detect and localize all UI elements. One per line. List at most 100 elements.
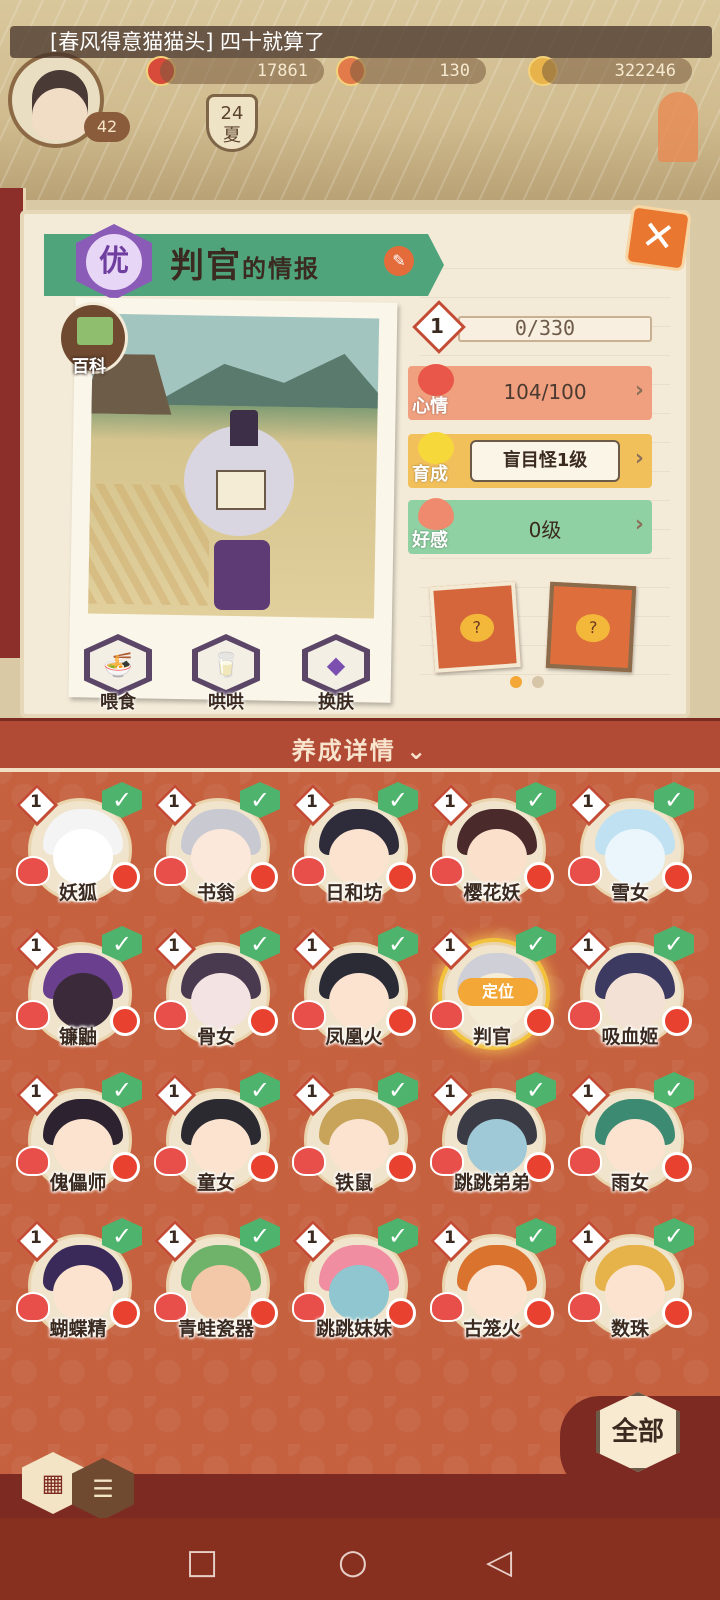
level-value: 1	[430, 314, 444, 338]
mood-value: 104/100	[503, 380, 587, 404]
favor-row[interactable]: 0级 › 好感	[408, 498, 652, 554]
character-name: 跳跳妹妹	[315, 1318, 392, 1340]
page-dot-active[interactable]	[510, 676, 522, 688]
character-card[interactable]: 1 ✓ 雪女	[566, 782, 694, 914]
mood-row[interactable]: 104/100 › 心情	[408, 364, 652, 420]
chevron-down-icon: ⌄	[406, 737, 429, 765]
fish-banner-icon	[658, 92, 698, 162]
edit-name-icon[interactable]: ✎	[384, 246, 414, 276]
character-card[interactable]: 1 ✓ 镰鼬	[14, 926, 142, 1058]
character-level: 1	[444, 792, 456, 812]
character-name: 判官	[472, 1026, 511, 1048]
character-level: 1	[444, 1082, 456, 1102]
character-card[interactable]: 1 ✓ 跳跳弟弟	[428, 1072, 556, 1204]
character-card[interactable]: 1 ✓ 妖狐	[14, 782, 142, 914]
level-row: 1 0/330 等级	[408, 300, 652, 386]
resource-coin: 322246	[542, 58, 692, 84]
character-level: 1	[582, 936, 594, 956]
portrait-face	[467, 1119, 527, 1175]
character-card[interactable]: 1 ✓ 跳跳妹妹	[290, 1218, 418, 1350]
growth-row[interactable]: 盲目怪1级 › 育成	[408, 432, 652, 488]
detail-toggle[interactable]: 养成详情 ⌄	[0, 718, 720, 768]
character-name: 书翁	[196, 882, 235, 904]
character-card[interactable]: 1 ✓ 书翁	[152, 782, 280, 914]
resource-fish: 130	[350, 58, 486, 84]
system-nav-bar: □ ○ ◁	[0, 1518, 720, 1600]
portrait-face	[53, 1119, 113, 1175]
back-icon[interactable]: ◁	[486, 1542, 512, 1582]
recent-apps-icon[interactable]: □	[186, 1542, 218, 1582]
milk-carton-icon: 🥛	[198, 640, 254, 690]
question-mark-icon: ?	[459, 612, 496, 644]
character-name: 蝴蝶精	[49, 1318, 107, 1340]
character-name: 童女	[196, 1172, 235, 1194]
character-card[interactable]: 1 ✓ 凤凰火	[290, 926, 418, 1058]
growth-value: 盲目怪1级	[470, 440, 620, 482]
character-card[interactable]: 1 ✓ 青蛙瓷器	[152, 1218, 280, 1350]
character-card[interactable]: 1 ✓ 傀儡师	[14, 1072, 142, 1204]
character-card[interactable]: 1 ✓ 铁鼠	[290, 1072, 418, 1204]
character-name: 跳跳弟弟	[453, 1172, 530, 1194]
rarity-text: 优	[86, 234, 142, 290]
growth-label: 育成	[412, 464, 448, 485]
character-level: 1	[30, 1082, 42, 1102]
chevron-right-icon: ›	[634, 512, 644, 537]
gift-card[interactable]: ?	[429, 581, 521, 673]
character-card[interactable]: 1 ✓ 骨女	[152, 926, 280, 1058]
day-badge: 24 夏	[206, 94, 258, 152]
character-card[interactable]: 1 ✓ 雨女	[566, 1072, 694, 1204]
skin-label: 换肤	[318, 692, 354, 713]
character-name: 铁鼠	[334, 1172, 373, 1194]
portrait-face	[605, 973, 665, 1029]
chevron-right-icon: ›	[634, 378, 644, 403]
character-level: 1	[444, 1228, 456, 1248]
character-mask	[216, 470, 266, 510]
resource-food: 17861	[160, 58, 324, 84]
character-card[interactable]: 1 ✓ 数珠	[566, 1218, 694, 1350]
character-card[interactable]: 1 ✓ 吸血姬	[566, 926, 694, 1058]
portrait-face	[191, 1119, 251, 1175]
character-name: 判官	[170, 246, 242, 286]
portrait-face	[329, 829, 389, 885]
character-hat	[230, 410, 258, 446]
character-level: 1	[306, 792, 318, 812]
character-name: 妖狐	[58, 882, 97, 904]
portrait-face	[467, 829, 527, 885]
portrait-face	[53, 1265, 113, 1321]
character-level: 1	[582, 1082, 594, 1102]
avatar-face	[32, 70, 88, 140]
skin-icon: ◆	[308, 640, 364, 690]
locate-tag[interactable]: 定位	[458, 978, 538, 1006]
character-card[interactable]: 1 ✓ 樱花妖	[428, 782, 556, 914]
character-level: 1	[582, 792, 594, 812]
noodle-bowl-icon: 🍜	[90, 640, 146, 690]
character-name: 镰鼬	[58, 1026, 97, 1048]
info-title: 判官的情报	[170, 238, 320, 287]
portrait-face	[605, 1265, 665, 1321]
question-mark-icon: ?	[575, 613, 611, 643]
home-icon[interactable]: ○	[338, 1542, 368, 1582]
detail-label: 养成详情 ⌄	[0, 731, 720, 766]
portrait-face	[605, 1119, 665, 1175]
gift-card[interactable]: ?	[545, 581, 637, 673]
character-body	[214, 540, 270, 610]
character-card[interactable]: 1 ✓ 童女	[152, 1072, 280, 1204]
character-name: 雨女	[610, 1172, 649, 1194]
character-card[interactable]: 1 ✓ 古笼火	[428, 1218, 556, 1350]
portrait-face	[191, 1265, 251, 1321]
mountain-shape	[152, 345, 380, 409]
character-card[interactable]: 1 ✓ 日和坊	[290, 782, 418, 914]
character-name: 古笼火	[463, 1318, 521, 1340]
character-card[interactable]: 1 ✓ 定位 判官	[428, 926, 556, 1058]
character-level: 1	[30, 792, 42, 812]
close-button[interactable]: ✕	[624, 204, 692, 272]
grid-view-icon: ▦	[41, 1469, 65, 1497]
character-level: 1	[306, 1228, 318, 1248]
page-dot[interactable]	[532, 676, 544, 688]
chevron-right-icon: ›	[634, 446, 644, 471]
portrait-face	[191, 973, 251, 1029]
character-level: 1	[444, 936, 456, 956]
portrait-face	[191, 829, 251, 885]
portrait-face	[605, 829, 665, 885]
character-card[interactable]: 1 ✓ 蝴蝶精	[14, 1218, 142, 1350]
